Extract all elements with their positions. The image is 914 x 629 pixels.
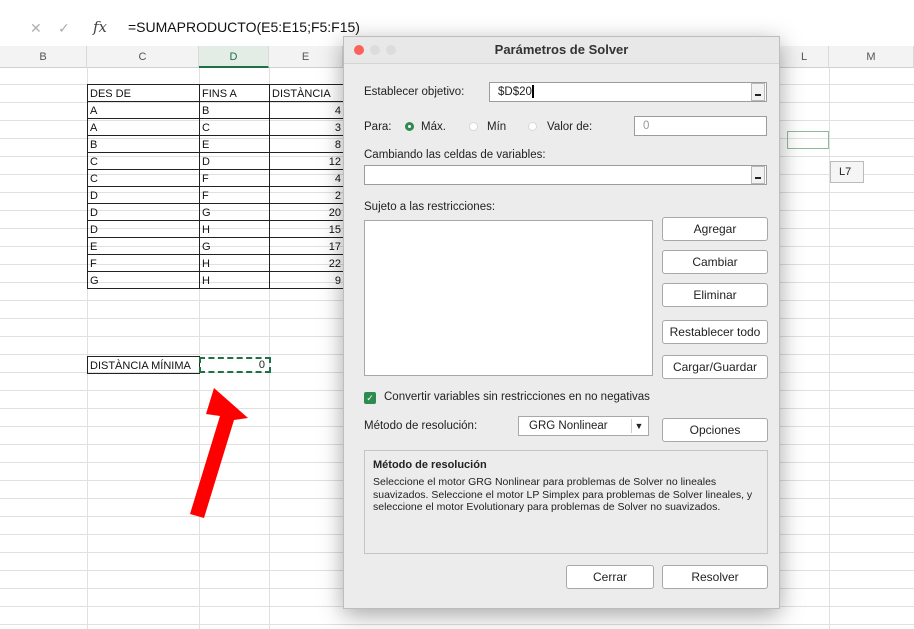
table-cell-from[interactable]: D	[87, 186, 200, 204]
cancel-icon[interactable]: ✕	[30, 20, 42, 37]
to-label: Para:	[364, 121, 392, 133]
dialog-title: Parámetros de Solver	[344, 37, 779, 64]
table-cell-distance[interactable]: 17	[269, 237, 344, 255]
objective-value: $D$20	[498, 86, 532, 98]
value-of-input[interactable]: 0	[634, 116, 767, 136]
table-cell-from[interactable]: C	[87, 152, 200, 170]
constraints-list[interactable]	[364, 220, 653, 376]
close-button[interactable]: Cerrar	[566, 565, 654, 589]
table-cell-to[interactable]: C	[199, 118, 270, 136]
table-cell-to[interactable]: H	[199, 220, 270, 238]
changing-cells-input[interactable]	[364, 165, 767, 185]
nonnegative-label[interactable]: Convertir variables sin restricciones en…	[384, 391, 650, 403]
table-cell-distance[interactable]: 20	[269, 203, 344, 221]
table-cell-distance[interactable]: 12	[269, 152, 344, 170]
options-button[interactable]: Opciones	[662, 418, 768, 442]
column-header-b[interactable]: B	[0, 46, 87, 68]
solver-dialog: Parámetros de Solver Establecer objetivo…	[343, 36, 780, 609]
table-cell-to[interactable]: D	[199, 152, 270, 170]
table-cell-to[interactable]: B	[199, 101, 270, 119]
table-cell-from[interactable]: A	[87, 118, 200, 136]
method-select[interactable]: GRG Nonlinear ▼	[518, 416, 649, 436]
confirm-icon[interactable]: ✓	[58, 20, 70, 37]
method-label: Método de resolución:	[364, 420, 478, 432]
table-header-to[interactable]: FINS A	[199, 84, 270, 102]
column-header-c[interactable]: C	[87, 46, 199, 68]
solve-button[interactable]: Resolver	[662, 565, 768, 589]
method-description-box: Método de resolución Seleccione el motor…	[364, 450, 768, 554]
table-cell-distance[interactable]: 15	[269, 220, 344, 238]
table-cell-to[interactable]: F	[199, 186, 270, 204]
table-cell-to[interactable]: H	[199, 254, 270, 272]
table-cell-to[interactable]: H	[199, 271, 270, 289]
table-cell-to[interactable]: F	[199, 169, 270, 187]
collapse-objective-button[interactable]	[751, 83, 765, 101]
nonnegative-checkbox[interactable]: ✓	[364, 392, 376, 404]
table-cell-from[interactable]: E	[87, 237, 200, 255]
change-button[interactable]: Cambiar	[662, 250, 768, 274]
table-cell-distance[interactable]: 3	[269, 118, 344, 136]
column-header-l[interactable]: L	[780, 46, 829, 68]
collapse-changing-cells-button[interactable]	[751, 166, 765, 184]
radio-max-label[interactable]: Máx.	[421, 121, 446, 133]
table-header-distance[interactable]: DISTÀNCIA	[269, 84, 344, 102]
table-cell-from[interactable]: D	[87, 203, 200, 221]
radio-value-of[interactable]	[528, 122, 537, 131]
column-header-d[interactable]: D	[199, 46, 269, 68]
table-cell-from[interactable]: B	[87, 135, 200, 153]
load-save-button[interactable]: Cargar/Guardar	[662, 355, 768, 379]
table-cell-distance[interactable]: 2	[269, 186, 344, 204]
table-cell-from[interactable]: D	[87, 220, 200, 238]
radio-value-of-label[interactable]: Valor de:	[547, 121, 592, 133]
method-select-value: GRG Nonlinear	[529, 420, 608, 432]
chevron-down-icon[interactable]: ▼	[631, 419, 646, 433]
table-header-from[interactable]: DES DE	[87, 84, 200, 102]
table-cell-distance[interactable]: 22	[269, 254, 344, 272]
close-window-icon[interactable]	[354, 45, 364, 55]
table-cell-from[interactable]: G	[87, 271, 200, 289]
table-cell-from[interactable]: C	[87, 169, 200, 187]
table-cell-to[interactable]: G	[199, 203, 270, 221]
grid-line	[829, 68, 830, 629]
table-cell-from[interactable]: A	[87, 101, 200, 119]
min-distance-value: 0	[258, 359, 265, 371]
fx-icon[interactable]: fx	[93, 18, 107, 36]
table-cell-to[interactable]: E	[199, 135, 270, 153]
minimize-window-icon[interactable]	[370, 45, 380, 55]
maximize-window-icon[interactable]	[386, 45, 396, 55]
radio-min-label[interactable]: Mín	[487, 121, 506, 133]
changing-cells-label: Cambiando las celdas de variables:	[364, 149, 546, 161]
formula-input[interactable]: =SUMAPRODUCTO(E5:E15;F5:F15)	[128, 19, 360, 35]
delete-button[interactable]: Eliminar	[662, 283, 768, 307]
reset-all-button[interactable]: Restablecer todo	[662, 320, 768, 344]
table-cell-distance[interactable]: 8	[269, 135, 344, 153]
add-button[interactable]: Agregar	[662, 217, 768, 241]
objective-input[interactable]: $D$20	[489, 82, 767, 102]
cell-reference-tooltip: L7	[830, 161, 864, 183]
column-header-e[interactable]: E	[269, 46, 343, 68]
method-description-title: Método de resolución	[373, 459, 487, 471]
table-cell-distance[interactable]: 4	[269, 169, 344, 187]
table-cell-to[interactable]: G	[199, 237, 270, 255]
constraints-label: Sujeto a las restricciones:	[364, 201, 496, 213]
table-cell-from[interactable]: F	[87, 254, 200, 272]
objective-label: Establecer objetivo:	[364, 86, 465, 98]
column-header-m[interactable]: M	[829, 46, 914, 68]
red-arrow-icon	[190, 388, 248, 518]
cell-l7-highlight[interactable]	[787, 131, 829, 149]
method-description-text: Seleccione el motor GRG Nonlinear para p…	[373, 476, 753, 513]
min-distance-label[interactable]: DISTÀNCIA MÍNIMA	[87, 356, 200, 374]
radio-max[interactable]	[405, 122, 414, 131]
table-cell-distance[interactable]: 4	[269, 101, 344, 119]
radio-min[interactable]	[469, 122, 478, 131]
table-cell-distance[interactable]: 9	[269, 271, 344, 289]
